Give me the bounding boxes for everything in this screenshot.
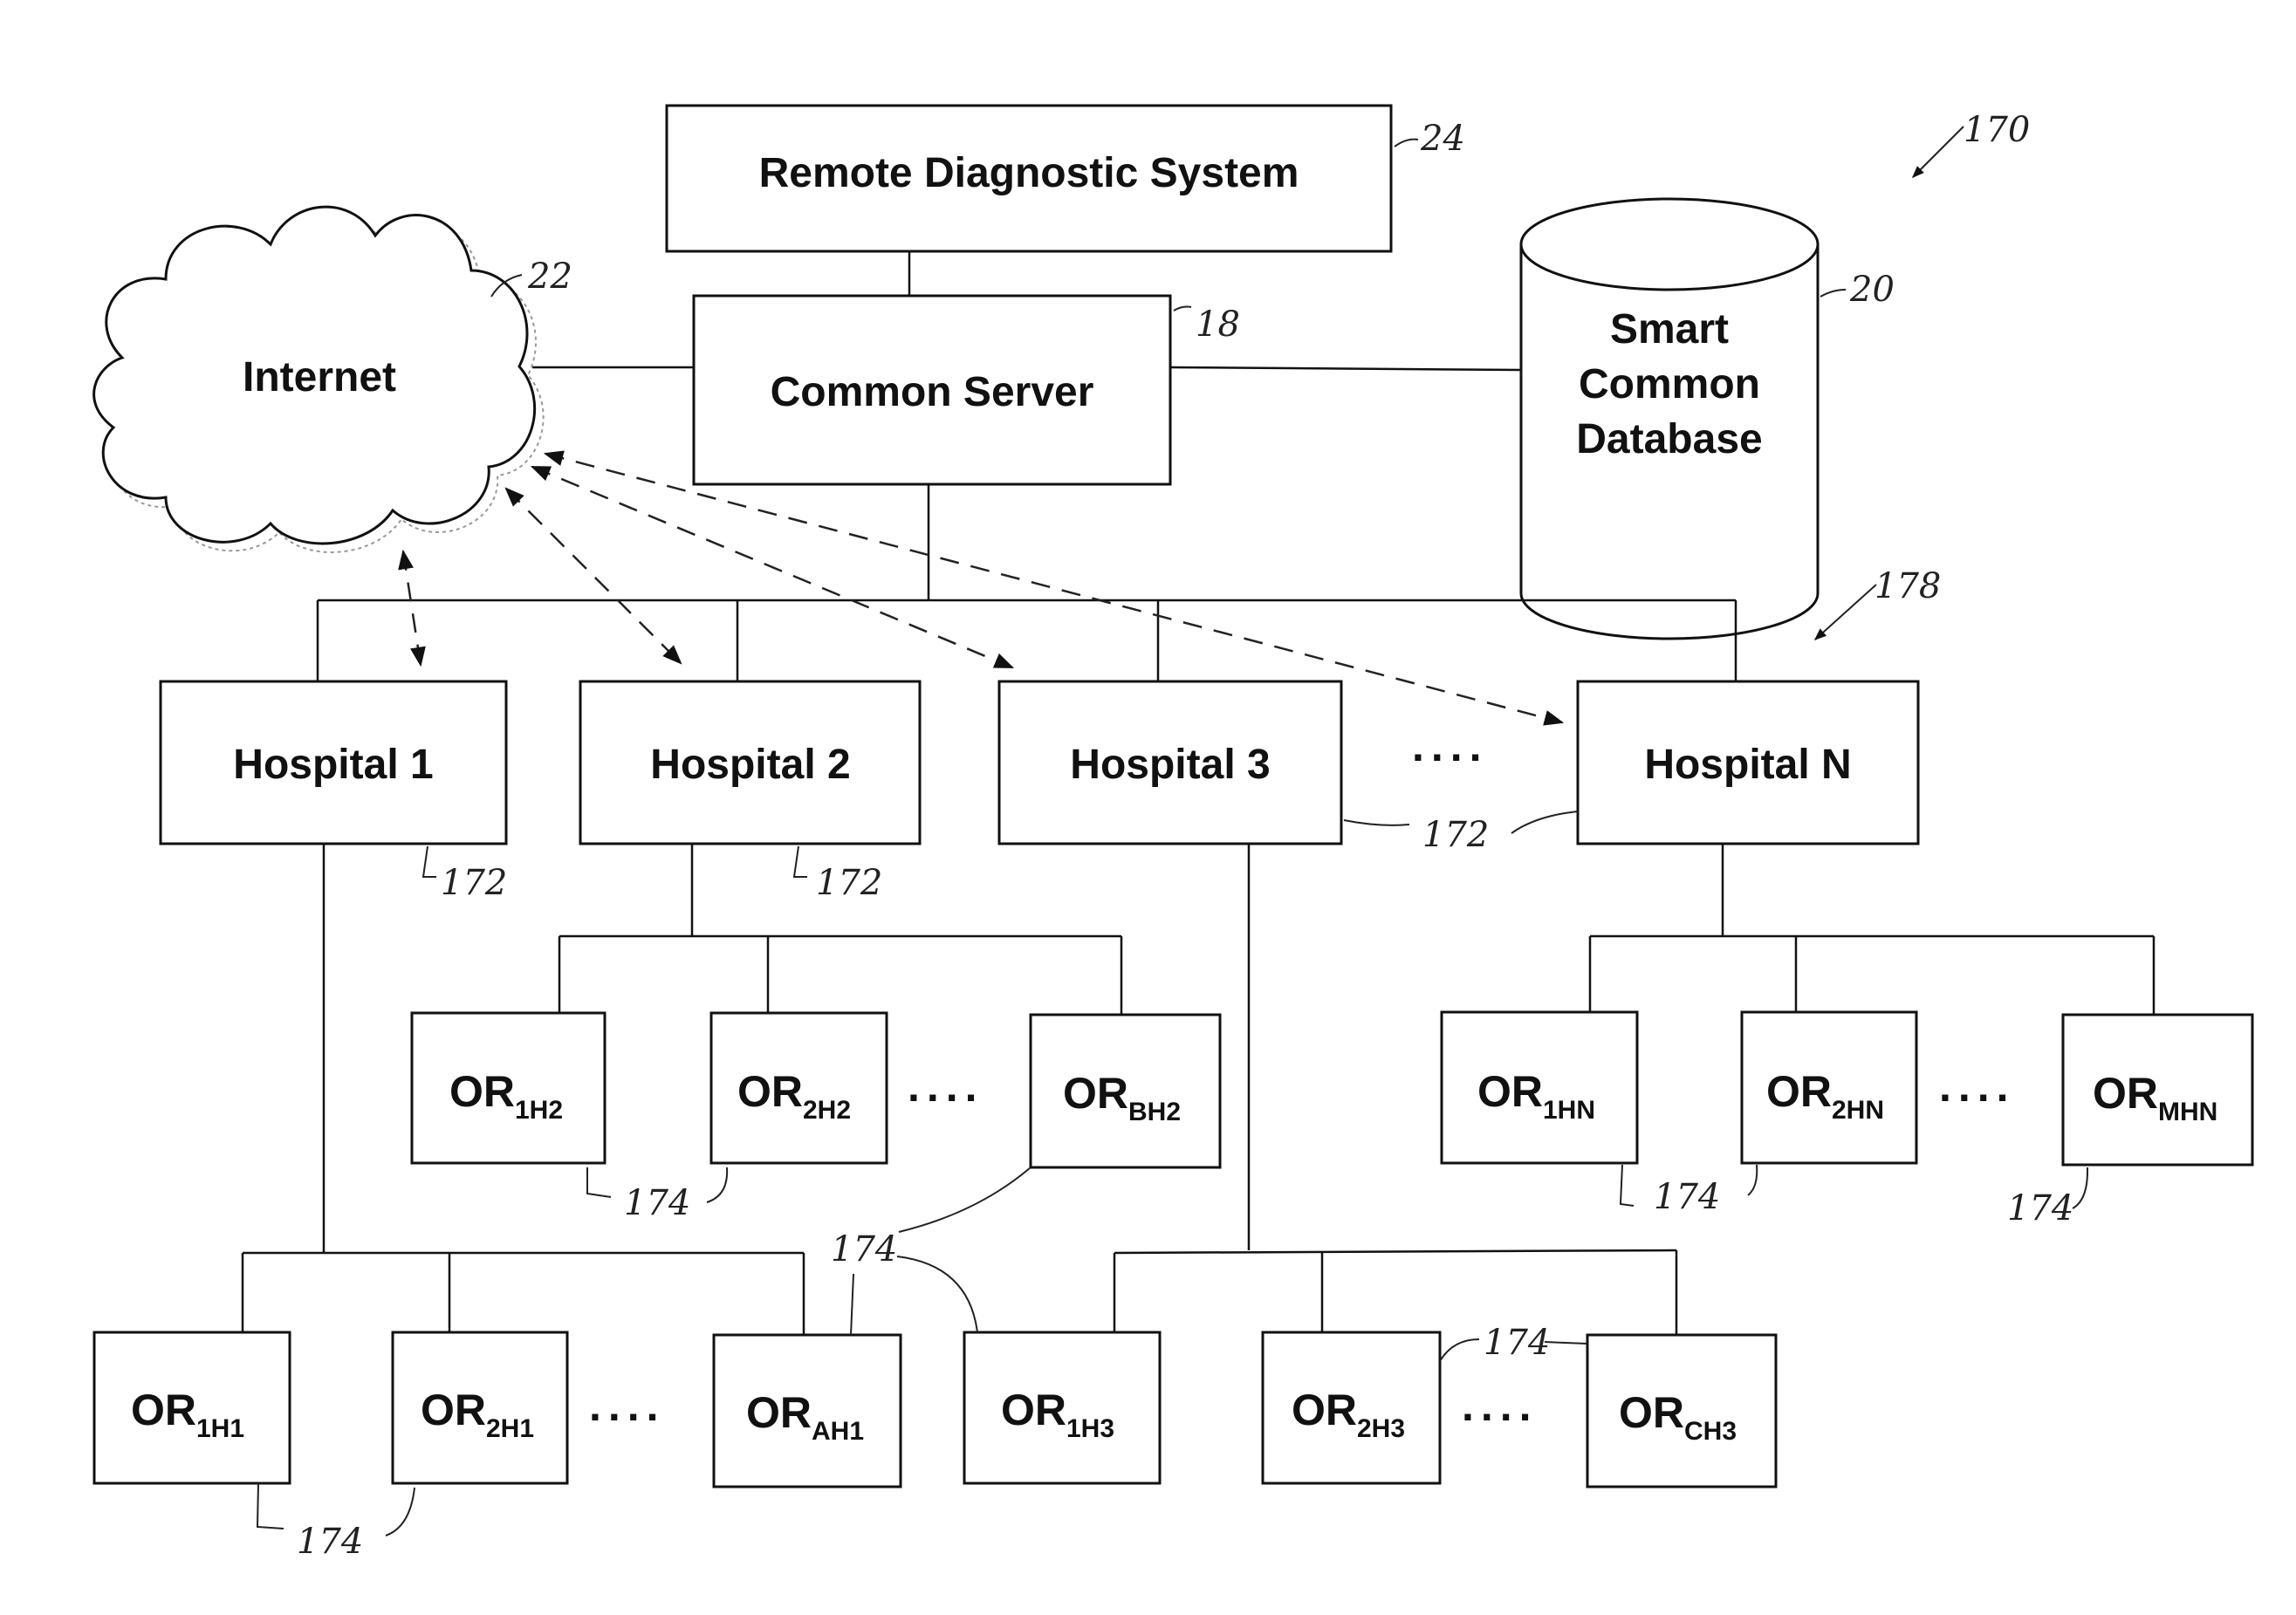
hospital-1-label: Hospital 1 — [233, 742, 433, 788]
ref-leader — [1394, 138, 1419, 147]
h3-ors-ellipsis: .... — [1462, 1381, 1539, 1430]
connector-server-database — [1169, 366, 1522, 372]
figure-ref-label: 170 — [1964, 110, 2030, 150]
ref-leader — [850, 1273, 854, 1336]
ref-label-22: 22 — [527, 257, 572, 297]
hospital-group-ref-178: 178 — [1813, 566, 1941, 640]
common-server-label: Common Server — [771, 369, 1094, 415]
h2-ors-ellipsis: .... — [908, 1062, 984, 1111]
ref-label-174: 174 — [1654, 1177, 1720, 1217]
or-bh2-node[interactable]: ORBH2 — [1029, 1013, 1222, 1169]
or-mhn-node[interactable]: ORMHN — [2061, 1013, 2254, 1167]
ref-label-18: 18 — [1196, 305, 1240, 345]
ref-label-172-h2: 172 — [816, 863, 882, 903]
ref-leader — [1544, 1341, 1588, 1345]
ref-label-174: 174 — [1484, 1323, 1550, 1363]
database-top — [1519, 197, 1820, 291]
or-ah1-node[interactable]: ORAH1 — [712, 1333, 902, 1488]
h3-or-bus — [1114, 1249, 1677, 1255]
database-label-line1: Smart — [1610, 306, 1729, 352]
hospital-group-ref-arrow — [1813, 584, 1877, 640]
ref-leader — [422, 845, 436, 878]
ref-label-174: 174 — [831, 1229, 897, 1269]
or-1h1-node[interactable]: OR1H1 — [93, 1331, 291, 1485]
ref-label-172-h3: 172 — [1422, 815, 1489, 855]
figure-ref-arrow — [1912, 126, 1964, 178]
or-2h2-node[interactable]: OR2H2 — [709, 1011, 888, 1165]
ref-leader — [792, 845, 807, 878]
ref-leader — [256, 1482, 284, 1529]
remote-diagnostic-system-label: Remote Diagnostic System — [759, 150, 1299, 196]
system-diagram: 170 Remote Diagnostic System 24 Common S… — [93, 104, 2254, 1562]
hospital-n-node[interactable]: Hospital N — [1576, 680, 1920, 845]
hospital-2-node[interactable]: Hospital 2 — [579, 680, 922, 845]
internet-link-hospital-2 — [504, 487, 682, 665]
hospital-3-node[interactable]: Hospital 3 — [997, 680, 1343, 845]
internet-label: Internet — [243, 354, 396, 400]
ref-label-174: 174 — [297, 1522, 363, 1562]
ref-leader — [1173, 305, 1192, 311]
or-ch3-node[interactable]: ORCH3 — [1586, 1333, 1778, 1488]
ref-leader — [385, 1487, 415, 1536]
ref-leader — [2072, 1167, 2089, 1209]
or-2h1-node[interactable]: OR2H1 — [391, 1331, 569, 1485]
ref-label-174: 174 — [624, 1183, 690, 1223]
smart-common-database-node[interactable]: Smart Common Database 20 — [1519, 197, 1895, 640]
common-server-node[interactable]: Common Server 18 — [692, 294, 1240, 486]
ref-label-174: 174 — [2007, 1188, 2073, 1228]
database-label-line2: Common — [1579, 361, 1760, 407]
internet-link-hospital-1 — [398, 549, 426, 667]
ref-leader — [896, 1256, 978, 1333]
h1-ors-ellipsis: .... — [589, 1381, 666, 1430]
ref-leader — [1619, 1164, 1635, 1207]
ref-leader — [1511, 811, 1579, 834]
hn-ors-ellipsis: .... — [1939, 1062, 2016, 1111]
ref-label-172-h1: 172 — [441, 863, 507, 903]
ref-leader — [1747, 1164, 1758, 1196]
or-2h3-node[interactable]: OR2H3 — [1261, 1331, 1442, 1485]
hospital-n-label: Hospital N — [1644, 742, 1851, 788]
ref-leader — [898, 1167, 1031, 1233]
internet-cloud-node[interactable]: Internet 22 — [93, 205, 572, 553]
or-1h3-node[interactable]: OR1H3 — [963, 1331, 1162, 1485]
ref-leader — [1343, 819, 1410, 826]
hospital-3-label: Hospital 3 — [1070, 742, 1270, 788]
database-label-line3: Database — [1576, 416, 1762, 462]
hospital-1-node[interactable]: Hospital 1 — [159, 680, 508, 845]
internet-link-hospital-3 — [530, 465, 1015, 669]
ref-leader — [1439, 1338, 1480, 1362]
or-1hn-node[interactable]: OR1HN — [1440, 1010, 1639, 1165]
ref-leader — [586, 1167, 612, 1198]
hospital-2-label: Hospital 2 — [650, 742, 850, 788]
ref-leader — [1820, 289, 1847, 298]
or-2hn-node[interactable]: OR2HN — [1740, 1010, 1918, 1165]
remote-diagnostic-system-node[interactable]: Remote Diagnostic System 24 — [665, 104, 1465, 253]
ref-label-20: 20 — [1849, 270, 1895, 310]
or-1h2-node[interactable]: OR1H2 — [410, 1011, 607, 1165]
ref-leader — [706, 1167, 729, 1203]
hospital-group-ref-label: 178 — [1874, 566, 1941, 606]
figure-ref-170: 170 — [1912, 110, 2030, 178]
ref-label-24: 24 — [1420, 119, 1465, 159]
hospitals-ellipsis: .... — [1412, 722, 1489, 770]
